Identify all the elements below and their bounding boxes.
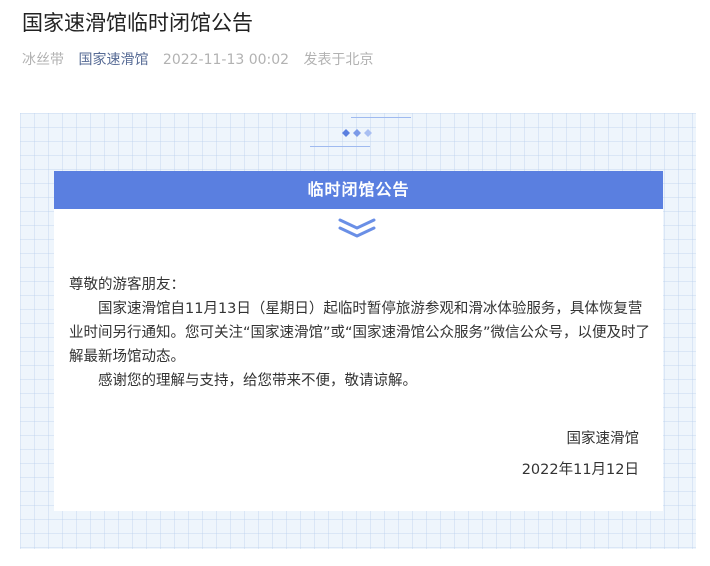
notice-body: 尊敬的游客朋友： 国家速滑馆自11月13日（星期日）起临时暂停旅游参观和滑冰体验… <box>69 273 654 393</box>
article-meta: 冰丝带 国家速滑馆 2022-11-13 00:02 发表于北京 <box>22 50 384 70</box>
article-page: 国家速滑馆临时闭馆公告 冰丝带 国家速滑馆 2022-11-13 00:02 发… <box>0 0 710 566</box>
author-name: 冰丝带 <box>22 52 64 68</box>
decor-line-top <box>351 117 411 118</box>
notice-signature: 国家速滑馆 <box>566 431 640 447</box>
notice-poster: 临时闭馆公告 尊敬的游客朋友： 国家速滑馆自11月13日（星期日）起临时暂停旅游… <box>20 113 696 549</box>
double-chevron-down-icon <box>338 218 376 238</box>
greeting-text: 尊敬的游客朋友： <box>69 277 185 293</box>
article-title: 国家速滑馆临时闭馆公告 <box>22 11 253 35</box>
decor-line-bottom <box>310 146 370 147</box>
notice-paragraph: 国家速滑馆自11月13日（星期日）起临时暂停旅游参观和滑冰体验服务，具体恢复营业… <box>69 301 651 365</box>
notice-banner: 临时闭馆公告 <box>54 171 663 209</box>
diamond-dots-icon <box>342 129 372 137</box>
thanks-paragraph: 感谢您的理解与支持，给您带来不便，敬请谅解。 <box>98 373 417 389</box>
publish-location: 发表于北京 <box>303 52 374 68</box>
notice-date: 2022年11月12日 <box>521 462 639 478</box>
notice-card: 临时闭馆公告 尊敬的游客朋友： 国家速滑馆自11月13日（星期日）起临时暂停旅游… <box>54 171 663 511</box>
account-link[interactable]: 国家速滑馆 <box>78 52 148 68</box>
publish-datetime: 2022-11-13 00:02 <box>162 52 290 68</box>
